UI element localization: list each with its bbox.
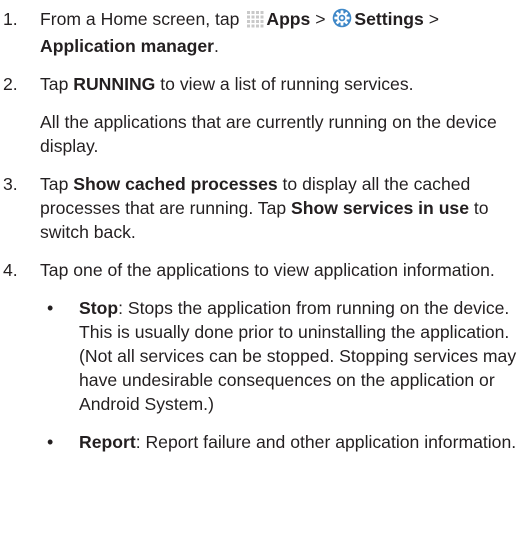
application-manager-label: Application manager bbox=[40, 36, 215, 56]
stop-label: Stop bbox=[79, 298, 119, 318]
report-label: Report bbox=[79, 432, 136, 452]
apps-label: Apps bbox=[266, 9, 311, 29]
step-text: Tap Show cached processes to display all… bbox=[40, 172, 526, 244]
bullet-icon: • bbox=[47, 432, 54, 452]
report-description: : Report failure and other application i… bbox=[135, 432, 517, 452]
list-item: • Report: Report failure and other appli… bbox=[40, 430, 526, 454]
step-text-part: Tap bbox=[40, 174, 74, 194]
apps-grid-icon bbox=[246, 10, 264, 34]
settings-gear-icon bbox=[332, 8, 352, 34]
step-2: 2. Tap RUNNING to view a list of running… bbox=[0, 72, 530, 158]
running-label: RUNNING bbox=[73, 74, 156, 94]
step-text-part: From a Home screen, tap bbox=[40, 9, 245, 29]
show-cached-processes-label: Show cached processes bbox=[73, 174, 278, 194]
step-number: 3. bbox=[3, 174, 18, 194]
separator: > bbox=[423, 9, 439, 29]
step-4: 4. Tap one of the applications to view a… bbox=[0, 258, 530, 454]
step-text-part: to view a list of running services. bbox=[155, 74, 414, 94]
list-item: • Stop: Stops the application from runni… bbox=[40, 296, 526, 416]
step-text: Tap one of the applications to view appl… bbox=[40, 260, 495, 280]
separator: > bbox=[310, 9, 331, 29]
step-text: Tap RUNNING to view a list of running se… bbox=[40, 72, 526, 96]
step-number: 1. bbox=[3, 9, 18, 29]
stop-description: : Stops the application from running on … bbox=[79, 298, 517, 414]
step-text: From a Home screen, tap Apps > Settings … bbox=[40, 7, 526, 58]
show-services-in-use-label: Show services in use bbox=[291, 198, 470, 218]
bullet-icon: • bbox=[47, 298, 54, 318]
period: . bbox=[214, 36, 219, 56]
step-1: 1. From a Home screen, tap Apps > Settin… bbox=[0, 7, 530, 58]
step-text-part: Tap bbox=[40, 74, 74, 94]
step-3: 3. Tap Show cached processes to display … bbox=[0, 172, 530, 244]
step-note: All the applications that are currently … bbox=[40, 112, 497, 156]
settings-label: Settings bbox=[354, 9, 424, 29]
option-list: • Stop: Stops the application from runni… bbox=[40, 296, 526, 454]
instructions-document: 1. From a Home screen, tap Apps > Settin… bbox=[0, 0, 530, 454]
step-number: 4. bbox=[3, 260, 18, 280]
step-number: 2. bbox=[3, 74, 18, 94]
